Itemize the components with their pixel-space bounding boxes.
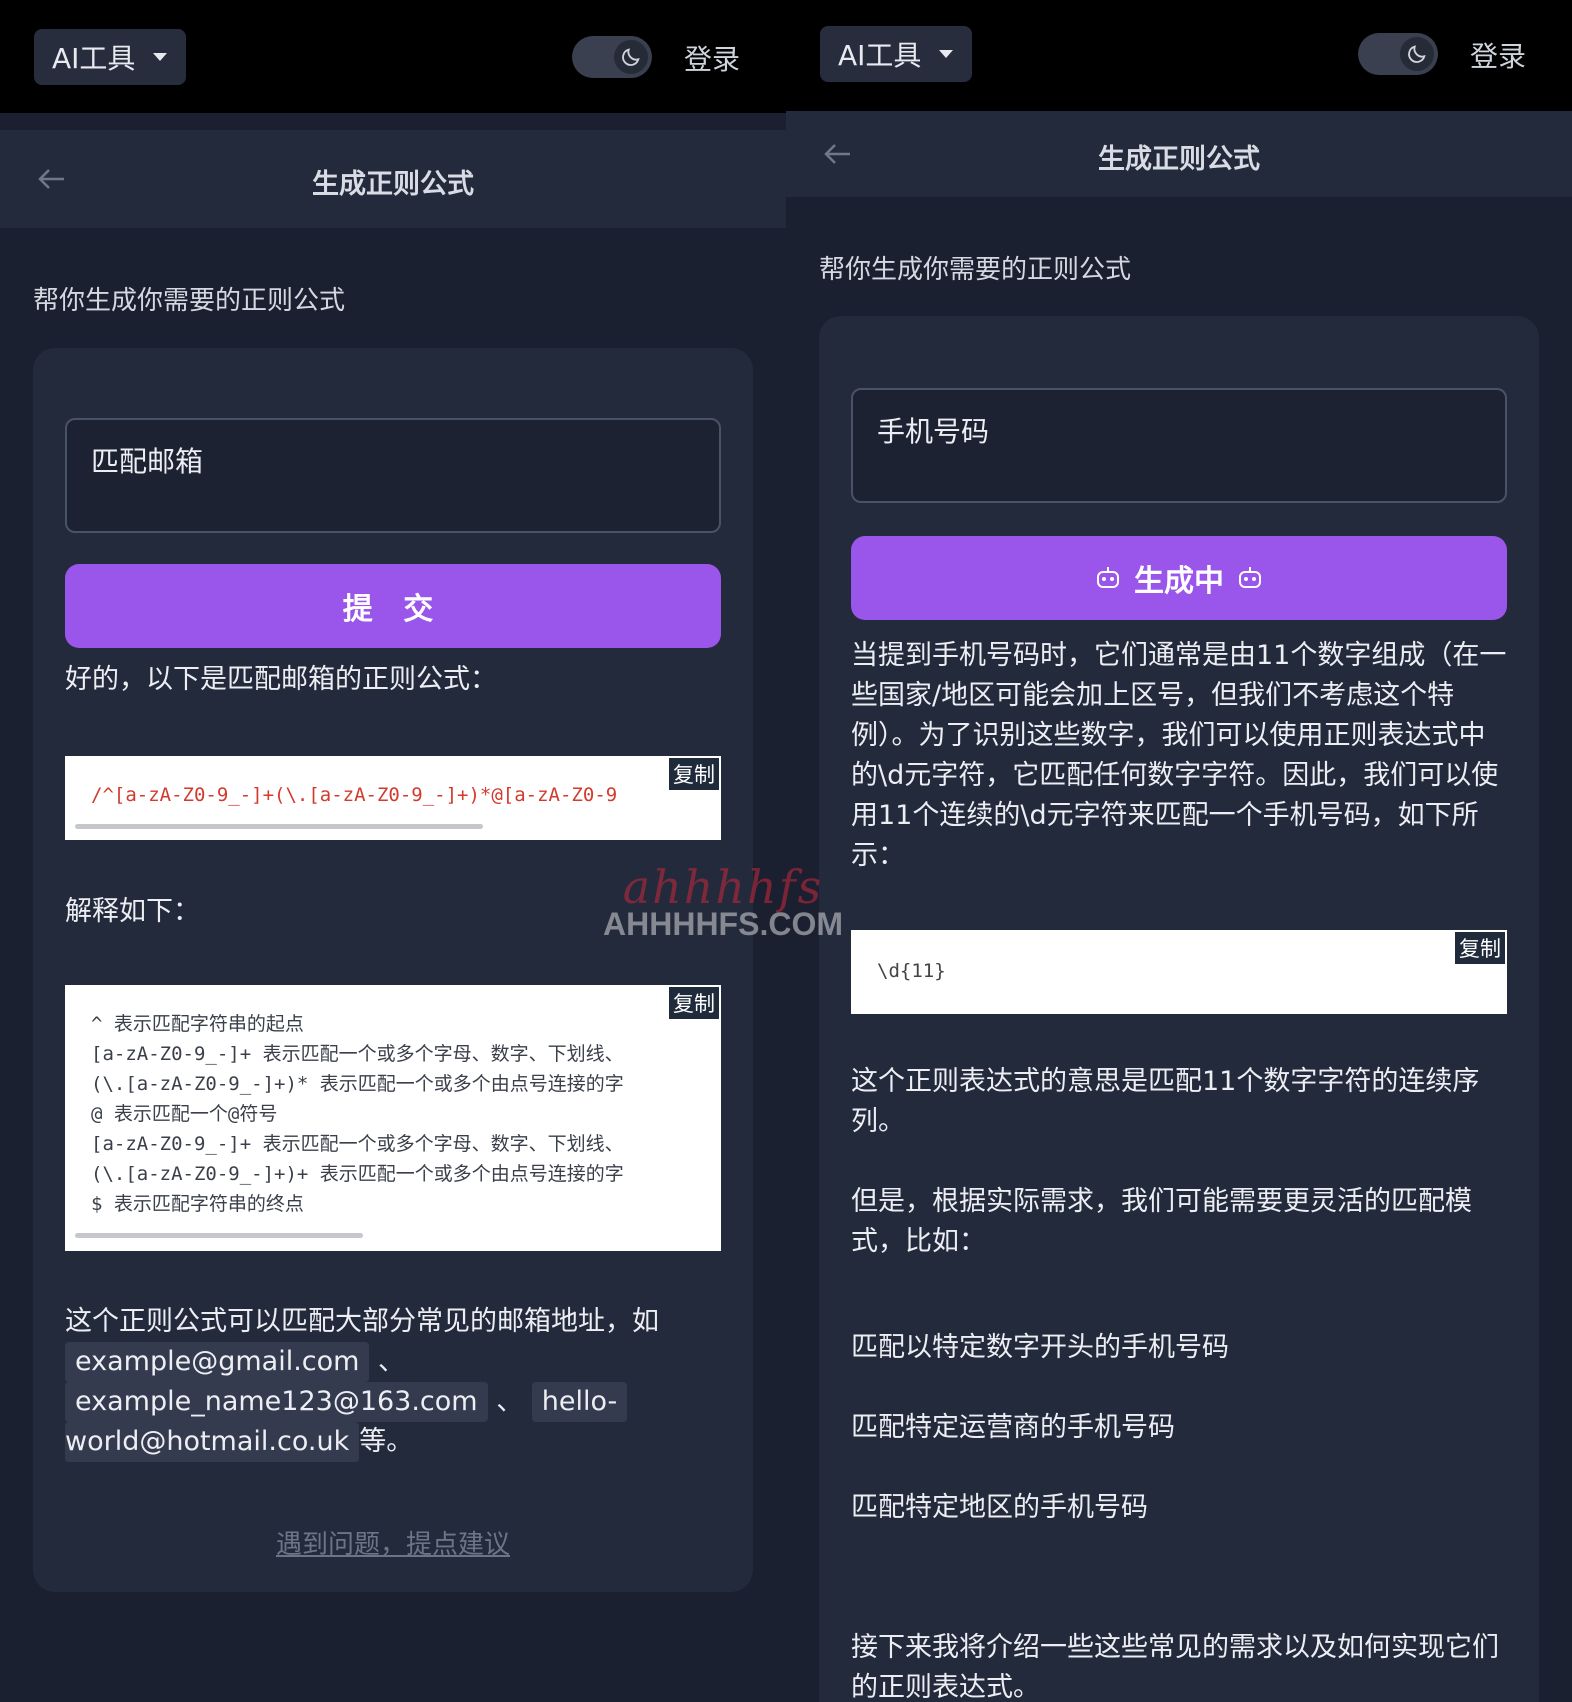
dark-mode-toggle[interactable] (1358, 33, 1438, 75)
copy-button[interactable]: 复制 (1455, 932, 1505, 964)
copy-button[interactable]: 复制 (669, 987, 719, 1019)
caret-down-icon (939, 50, 954, 58)
horizontal-scrollbar[interactable] (75, 824, 483, 829)
summary-suffix: 等。 (359, 1426, 414, 1457)
list-item: 匹配特定运营商的手机号码 (851, 1412, 1175, 1443)
copy-button[interactable]: 复制 (669, 758, 719, 790)
explain-line: $ 表示匹配字符串的终点 (91, 1193, 304, 1215)
answer-text: 当提到手机号码时，它们通常是由11个数字组成（在一些国家/地区可能会加上区号，但… (851, 640, 1507, 871)
explain-line: (\.[a-zA-Z0-9_-]+)+ 表示匹配一个或多个由点号连接的字 (91, 1163, 624, 1185)
login-link[interactable]: 登录 (684, 38, 740, 78)
regex-code-block: 复制 /^[a-zA-Z0-9_-]+(\.[a-zA-Z0-9_-]+)*@[… (65, 756, 721, 840)
ai-tools-dropdown[interactable]: AI工具 (34, 29, 186, 85)
regex-code-block: 复制 \d{11} (851, 930, 1507, 1014)
explain-code-block: 复制 ^ 表示匹配字符串的起点 [a-zA-Z0-9_-]+ 表示匹配一个或多个… (65, 985, 721, 1251)
summary-text: 这个正则公式可以匹配大部分常见的邮箱地址，如 example@gmail.com… (65, 1302, 721, 1462)
ai-tools-label: AI工具 (838, 39, 922, 72)
summary-prefix: 这个正则公式可以匹配大部分常见的邮箱地址，如 (65, 1306, 659, 1337)
explain-lines: ^ 表示匹配字符串的起点 [a-zA-Z0-9_-]+ 表示匹配一个或多个字母、… (91, 1009, 624, 1219)
submit-button[interactable]: 提 交 (65, 564, 721, 648)
explain-line: (\.[a-zA-Z0-9_-]+)* 表示匹配一个或多个由点号连接的字 (91, 1073, 624, 1095)
moon-icon (1400, 37, 1434, 71)
result-card: 手机号码 生成中 当提到手机号码时，它们通常是由11个数字组成（在一些国家/地区… (819, 316, 1539, 1702)
caret-down-icon (153, 53, 168, 61)
generating-button[interactable]: 生成中 (851, 536, 1507, 620)
login-link[interactable]: 登录 (1470, 35, 1526, 75)
horizontal-scrollbar[interactable] (75, 1233, 363, 1238)
answer-intro: 好的，以下是匹配邮箱的正则公式： (65, 664, 497, 695)
separator: 、 (378, 1346, 406, 1377)
moon-icon (614, 40, 648, 74)
intro-text: 帮你生成你需要的正则公式 (819, 255, 1132, 285)
ai-tools-label: AI工具 (52, 42, 136, 75)
page-title: 生成正则公式 (312, 169, 474, 200)
meaning-text: 这个正则表达式的意思是匹配11个数字字符的连续序列。 (851, 1066, 1480, 1137)
ai-tools-dropdown[interactable]: AI工具 (820, 26, 972, 82)
intro-text: 帮你生成你需要的正则公式 (33, 286, 346, 316)
explain-line: @ 表示匹配一个@符号 (91, 1103, 278, 1125)
list-item: 匹配以特定数字开头的手机号码 (851, 1332, 1229, 1363)
regex-code: \d{11} (877, 960, 946, 982)
explain-heading: 解释如下： (65, 896, 200, 927)
regex-code: /^[a-zA-Z0-9_-]+(\.[a-zA-Z0-9_-]+)*@[a-z… (91, 784, 618, 806)
explain-line: ^ 表示匹配字符串的起点 (91, 1013, 304, 1035)
query-input[interactable]: 匹配邮箱 (65, 418, 721, 533)
email-example: hello- (531, 1382, 628, 1422)
page-header: 生成正则公式 (786, 111, 1572, 197)
right-panel: AI工具 登录 生成正则公式 帮你生成你需要的正则公式 手机号码 生成中 当提到… (786, 0, 1572, 1702)
robot-icon (1239, 567, 1261, 588)
dark-mode-toggle[interactable] (572, 36, 652, 78)
query-input[interactable]: 手机号码 (851, 388, 1507, 503)
result-card: 匹配邮箱 提 交 好的，以下是匹配邮箱的正则公式： 复制 /^[a-zA-Z0-… (33, 348, 753, 1592)
list-item: 匹配特定地区的手机号码 (851, 1492, 1148, 1523)
generating-label: 生成中 (1134, 564, 1224, 599)
explain-line: [a-zA-Z0-9_-]+ 表示匹配一个或多个字母、数字、下划线、 (91, 1133, 624, 1155)
top-bar: AI工具 登录 (786, 0, 1572, 111)
page-header: 生成正则公式 (0, 130, 786, 228)
next-text: 接下来我将介绍一些这些常见的需求以及如何实现它们的正则表达式。 (851, 1632, 1499, 1702)
explain-line: [a-zA-Z0-9_-]+ 表示匹配一个或多个字母、数字、下划线、 (91, 1043, 624, 1065)
page-title: 生成正则公式 (1098, 144, 1260, 175)
left-panel: AI工具 登录 生成正则公式 帮你生成你需要的正则公式 匹配邮箱 提 交 好的，… (0, 0, 786, 1702)
robot-icon (1097, 567, 1119, 588)
email-example: world@hotmail.co.uk (65, 1422, 360, 1462)
however-text: 但是，根据实际需求，我们可能需要更灵活的匹配模式，比如： (851, 1186, 1472, 1257)
feedback-link[interactable]: 遇到问题，提点建议 (33, 1524, 753, 1561)
email-example: example_name123@163.com (65, 1382, 488, 1422)
email-example: example@gmail.com (65, 1342, 370, 1382)
top-bar: AI工具 登录 (0, 0, 786, 113)
separator: 、 (496, 1386, 524, 1417)
